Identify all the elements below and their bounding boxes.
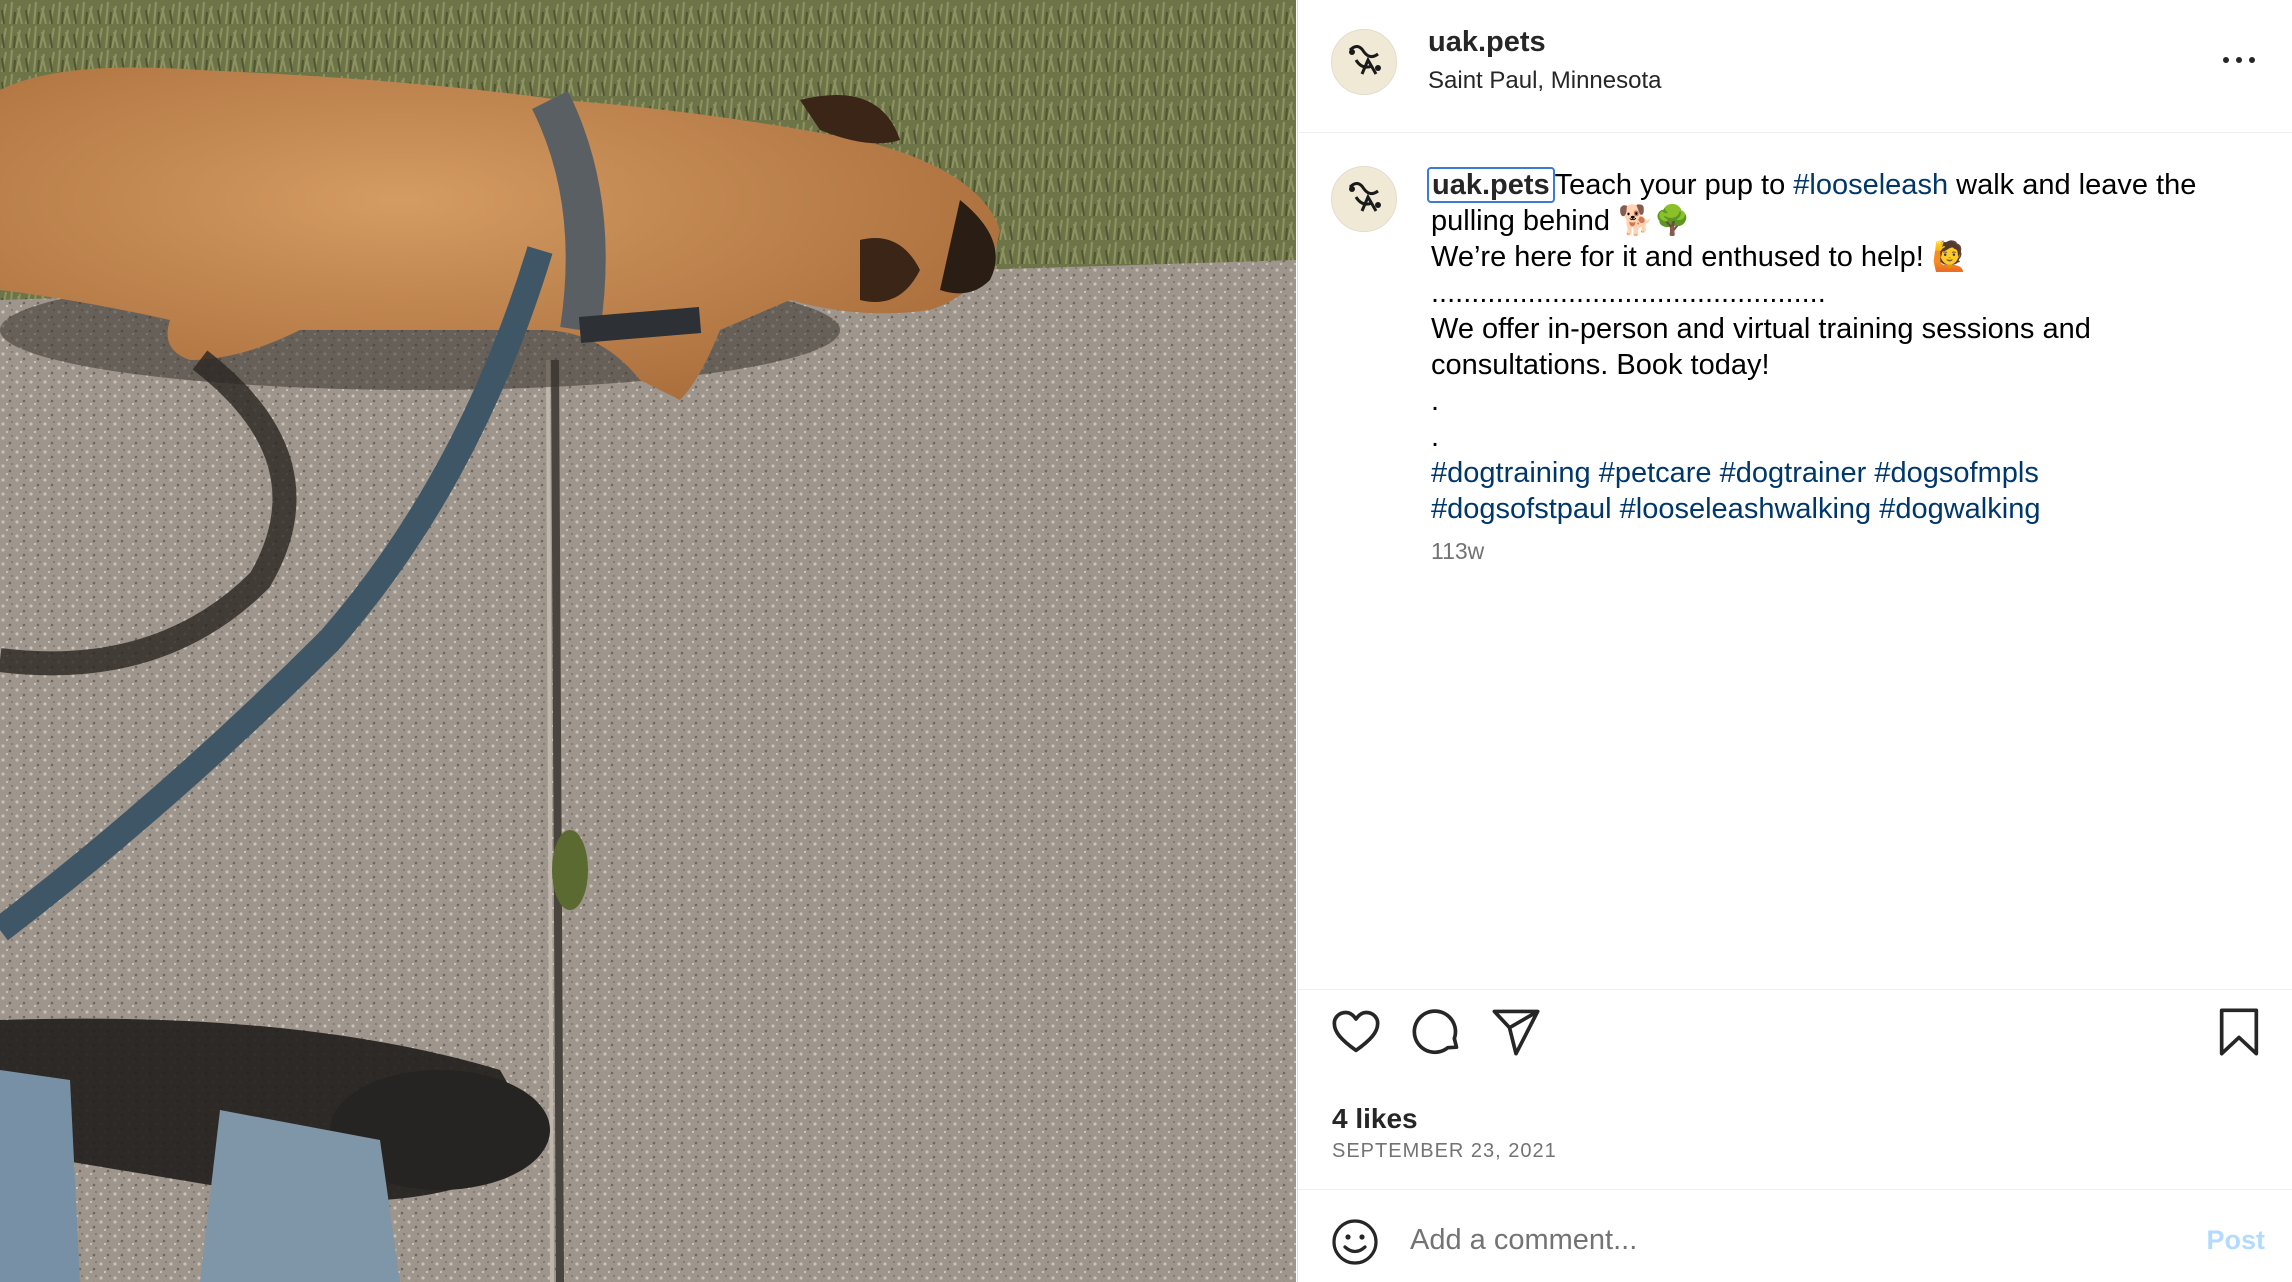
caption-line: We offer in-person and virtual training … — [1431, 313, 2091, 345]
post-username[interactable]: uak.pets — [1428, 26, 1546, 59]
post-date: SEPTEMBER 23, 2021 — [1332, 1140, 1557, 1162]
share-icon[interactable] — [1490, 1006, 1542, 1058]
bookmark-icon[interactable] — [2213, 1006, 2265, 1058]
post-photo[interactable] — [0, 0, 1296, 1282]
post-location[interactable]: Saint Paul, Minnesota — [1428, 67, 1661, 95]
emoji-icon[interactable] — [1331, 1218, 1379, 1266]
caption-avatar[interactable] — [1331, 166, 1397, 232]
uak-logo-icon — [1332, 30, 1396, 94]
post-header: uak.pets Saint Paul, Minnesota — [1298, 0, 2292, 133]
hashtag-link[interactable]: #dogwalking — [1879, 493, 2040, 525]
caption-area: uak.pets Teach your pup to #looseleash wa… — [1298, 133, 2292, 989]
hashtag-link[interactable]: #dogtraining — [1431, 457, 1591, 489]
dot — [2249, 57, 2255, 63]
post-caption: uak.pets Teach your pup to #looseleash wa… — [1427, 167, 2251, 527]
hashtag-link[interactable]: #looseleashwalking — [1620, 493, 1872, 525]
hashtag-link[interactable]: #dogsofstpaul — [1431, 493, 1612, 525]
post-age[interactable]: 113w — [1431, 538, 1484, 565]
comment-input[interactable] — [1410, 1212, 2110, 1268]
post-side-panel: uak.pets Saint Paul, Minnesota uak.pets T… — [1297, 0, 2292, 1282]
dog-walking-photo — [0, 0, 1296, 1282]
caption-text: walk and leave the — [1948, 169, 2197, 201]
uak-logo-icon — [1332, 167, 1396, 231]
avatar[interactable] — [1331, 29, 1397, 95]
hashtag-link[interactable]: #petcare — [1599, 457, 1712, 489]
post-actions: 4 likes SEPTEMBER 23, 2021 — [1298, 989, 2292, 1189]
hashtag-link[interactable]: #looseleash — [1793, 169, 1948, 201]
dot — [2223, 57, 2229, 63]
caption-line: ........................................… — [1431, 277, 1826, 309]
caption-line: . — [1431, 421, 1440, 453]
heart-icon[interactable] — [1330, 1006, 1382, 1058]
dot — [2236, 57, 2242, 63]
hashtag-link[interactable]: #dogtrainer — [1720, 457, 1867, 489]
comment-box: Post — [1298, 1189, 2292, 1282]
likes-count[interactable]: 4 likes — [1332, 1103, 1418, 1135]
caption-line: uak.pets Teach your pup to #looseleash wa… — [1427, 167, 2251, 203]
caption-line: . — [1431, 385, 1440, 417]
hashtag-link[interactable]: #dogsofmpls — [1874, 457, 2038, 489]
hashtag-line: #dogsofstpaul #looseleashwalking #dogwal… — [1431, 491, 2251, 527]
caption-line: consultations. Book today! — [1431, 349, 1770, 381]
caption-username[interactable]: uak.pets — [1427, 167, 1555, 203]
more-icon[interactable] — [2219, 40, 2259, 80]
comment-icon[interactable] — [1411, 1006, 1463, 1058]
post-comment-button[interactable]: Post — [2206, 1225, 2265, 1256]
hashtag-line: #dogtraining #petcare #dogtrainer #dogso… — [1431, 455, 2251, 491]
caption-line: pulling behind 🐕🌳 — [1431, 205, 1691, 237]
caption-text: Teach your pup to — [1554, 169, 1794, 201]
caption-line: We’re here for it and enthused to help! … — [1431, 241, 1968, 273]
